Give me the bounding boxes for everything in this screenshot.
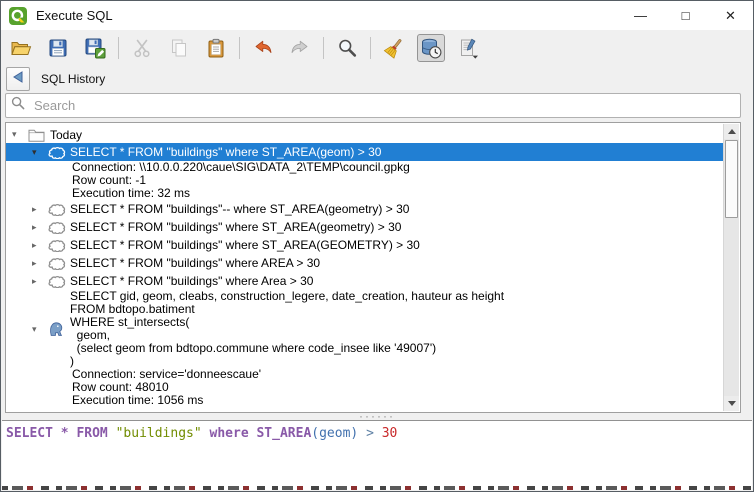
- history-item-row[interactable]: ▾ Today: [6, 126, 723, 143]
- history-item-row[interactable]: ▾ SELECT * FROM "buildings" where ST_AREA…: [6, 143, 723, 161]
- chevron-right-icon[interactable]: ▸: [32, 240, 48, 251]
- history-detail-row[interactable]: Execution time: 1056 ms: [6, 394, 723, 407]
- sql-code-line: SELECT * FROM "buildings" where ST_AREA(…: [6, 426, 748, 441]
- history-item-row[interactable]: ▸ SELECT * FROM "buildings" where AREA > …: [6, 254, 723, 272]
- gpkg-icon: [48, 239, 68, 252]
- minimize-button[interactable]: —: [618, 1, 663, 30]
- redo-icon: [289, 37, 311, 59]
- folder-icon: [28, 128, 48, 142]
- history-item-text: SELECT gid, geom, cleabs, construction_l…: [68, 290, 504, 368]
- find-icon: [336, 37, 358, 59]
- toolbar-separator: [370, 37, 371, 59]
- sql-history-tree: ▾Today▾SELECT * FROM "buildings" where S…: [5, 122, 741, 413]
- chevron-right-icon[interactable]: ▸: [32, 276, 48, 287]
- gpkg-icon: [48, 146, 68, 159]
- close-button[interactable]: ✕: [708, 1, 753, 30]
- toolbar-separator: [323, 37, 324, 59]
- titlebar: Execute SQL — □ ✕: [1, 1, 753, 30]
- redo-button: [286, 34, 314, 62]
- paste-icon: [205, 37, 227, 59]
- clipped-bottom-row: [2, 486, 752, 490]
- scroll-down-button[interactable]: [724, 396, 739, 411]
- splitter-dots-icon: ······: [359, 413, 395, 420]
- cut-icon: [131, 37, 153, 59]
- history-item-text: SELECT * FROM "buildings" where AREA > 3…: [68, 256, 320, 270]
- search-icon: [11, 96, 25, 115]
- scroll-up-button[interactable]: [724, 124, 739, 139]
- chevron-right-icon[interactable]: ▸: [32, 222, 48, 233]
- history-item-text: SELECT * FROM "buildings" where ST_AREA(…: [68, 220, 401, 234]
- gpkg-icon: [48, 221, 68, 234]
- gpkg-icon: [48, 275, 68, 288]
- chevron-down-icon[interactable]: ▾: [32, 147, 48, 158]
- undo-button[interactable]: [249, 34, 277, 62]
- save-query-as-button[interactable]: [81, 34, 109, 62]
- chevron-down-icon[interactable]: ▾: [12, 129, 28, 140]
- chevron-right-icon[interactable]: ▸: [32, 258, 48, 269]
- copy-icon: [168, 37, 190, 59]
- sql-scripts-icon: [457, 37, 479, 59]
- paste-button[interactable]: [202, 34, 230, 62]
- toolbar-separator: [239, 37, 240, 59]
- clear-sql-history-button[interactable]: [380, 34, 408, 62]
- history-item-row[interactable]: ▸ SELECT * FROM "buildings"-- where ST_AR…: [6, 200, 723, 218]
- chevron-right-icon[interactable]: ▸: [32, 204, 48, 215]
- splitter-handle[interactable]: ······: [1, 413, 753, 420]
- history-item-text: SELECT * FROM "buildings"-- where ST_ARE…: [68, 202, 409, 216]
- chevron-down-icon[interactable]: ▾: [32, 324, 48, 335]
- search-box: [5, 93, 741, 118]
- back-arrow-icon: [13, 70, 23, 88]
- history-item-row[interactable]: ▸ SELECT * FROM "buildings" where ST_AREA…: [6, 218, 723, 236]
- vertical-scrollbar[interactable]: [723, 124, 739, 411]
- clear-sql-history-icon: [383, 37, 405, 59]
- history-item-text: Execution time: 32 ms: [70, 187, 190, 200]
- postgres-icon: [48, 321, 68, 337]
- history-item-text: SELECT * FROM "buildings" where ST_AREA(…: [68, 238, 420, 252]
- gpkg-icon: [48, 257, 68, 270]
- toolbar: [1, 30, 753, 65]
- sql-history-button[interactable]: [417, 34, 445, 62]
- execute-sql-dialog: Execute SQL — □ ✕ SQL History ▾Today▾SEL…: [0, 0, 754, 492]
- search-input[interactable]: [32, 97, 735, 114]
- save-query-icon: [47, 37, 69, 59]
- scrollbar-thumb[interactable]: [725, 140, 738, 218]
- maximize-button[interactable]: □: [663, 1, 708, 30]
- sql-editor[interactable]: SELECT * FROM "buildings" where ST_AREA(…: [2, 420, 752, 488]
- save-query-as-icon: [84, 37, 106, 59]
- open-query-icon: [10, 37, 32, 59]
- cut-button: [128, 34, 156, 62]
- sql-scripts-button[interactable]: [454, 34, 482, 62]
- back-button[interactable]: [6, 67, 30, 91]
- panel-header: SQL History: [1, 65, 753, 92]
- undo-icon: [252, 37, 274, 59]
- history-detail-row[interactable]: Execution time: 32 ms: [6, 187, 723, 200]
- open-query-button[interactable]: [7, 34, 35, 62]
- history-item-text: Today: [48, 128, 82, 142]
- history-item-row[interactable]: ▾ SELECT gid, geom, cleabs, construction_…: [6, 290, 723, 368]
- copy-button: [165, 34, 193, 62]
- find-button[interactable]: [333, 34, 361, 62]
- history-item-text: SELECT * FROM "buildings" where Area > 3…: [68, 274, 313, 288]
- save-query-button[interactable]: [44, 34, 72, 62]
- history-item-row[interactable]: ▸ SELECT * FROM "buildings" where ST_AREA…: [6, 236, 723, 254]
- qgis-logo-icon: [9, 7, 27, 25]
- history-item-text: Execution time: 1056 ms: [70, 394, 203, 407]
- panel-title: SQL History: [41, 72, 105, 86]
- history-item-row[interactable]: ▸ SELECT * FROM "buildings" where Area > …: [6, 272, 723, 290]
- toolbar-separator: [118, 37, 119, 59]
- window-controls: — □ ✕: [618, 1, 753, 30]
- history-item-text: SELECT * FROM "buildings" where ST_AREA(…: [68, 145, 381, 159]
- gpkg-icon: [48, 203, 68, 216]
- sql-history-list: ▾Today▾SELECT * FROM "buildings" where S…: [6, 126, 723, 412]
- sql-history-icon: [420, 37, 442, 59]
- window-title: Execute SQL: [36, 8, 113, 23]
